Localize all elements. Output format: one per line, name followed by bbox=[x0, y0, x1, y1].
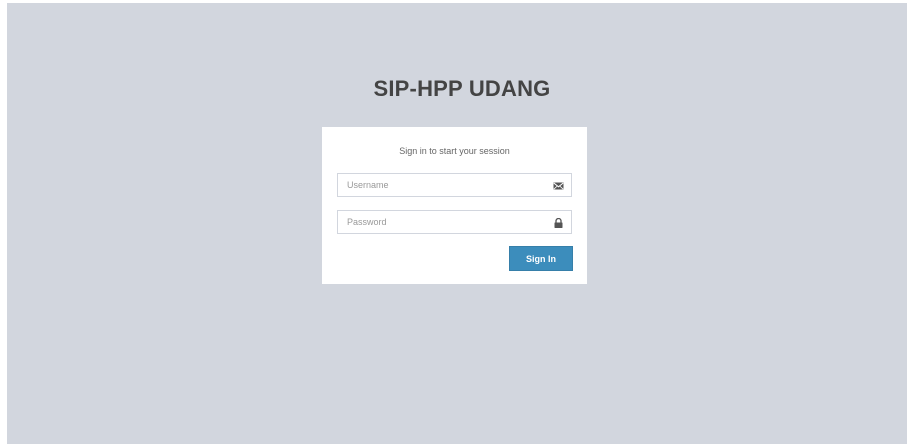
login-box: Sign in to start your session Sign In bbox=[322, 127, 587, 284]
username-input[interactable] bbox=[338, 174, 571, 196]
lock-icon bbox=[554, 218, 563, 228]
envelope-icon bbox=[553, 182, 564, 190]
password-field-group bbox=[337, 210, 572, 234]
app-title: SIP-HPP UDANG bbox=[373, 76, 551, 101]
login-box-message: Sign in to start your session bbox=[399, 146, 510, 156]
password-input[interactable] bbox=[338, 211, 571, 233]
login-page: SIP-HPP UDANG Sign in to start your sess… bbox=[7, 3, 907, 444]
username-field-group bbox=[337, 173, 572, 197]
sign-in-button[interactable]: Sign In bbox=[509, 246, 573, 271]
